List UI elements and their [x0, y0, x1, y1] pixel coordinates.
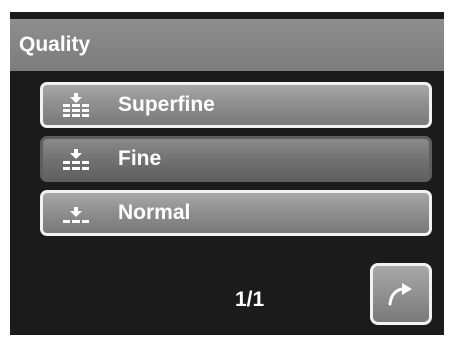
return-arrow-icon — [388, 283, 412, 306]
page-indicator: 1/1 — [235, 288, 265, 311]
menu-item-label: Normal — [118, 201, 191, 224]
fine-quality-icon — [63, 147, 89, 173]
superfine-quality-icon — [63, 93, 89, 119]
page-title: Quality — [19, 33, 91, 56]
menu-item-normal[interactable]: Normal — [40, 190, 432, 236]
menu-item-fine[interactable]: Fine — [40, 136, 432, 182]
normal-quality-icon — [63, 201, 89, 227]
menu-item-label: Fine — [118, 147, 162, 170]
return-button[interactable] — [370, 263, 432, 325]
quality-menu-screen: Quality Superfine Fine Normal 1/1 — [10, 12, 444, 335]
menu-item-label: Superfine — [118, 93, 215, 116]
menu-item-superfine[interactable]: Superfine — [40, 82, 432, 128]
title-bar: Quality — [10, 19, 444, 71]
